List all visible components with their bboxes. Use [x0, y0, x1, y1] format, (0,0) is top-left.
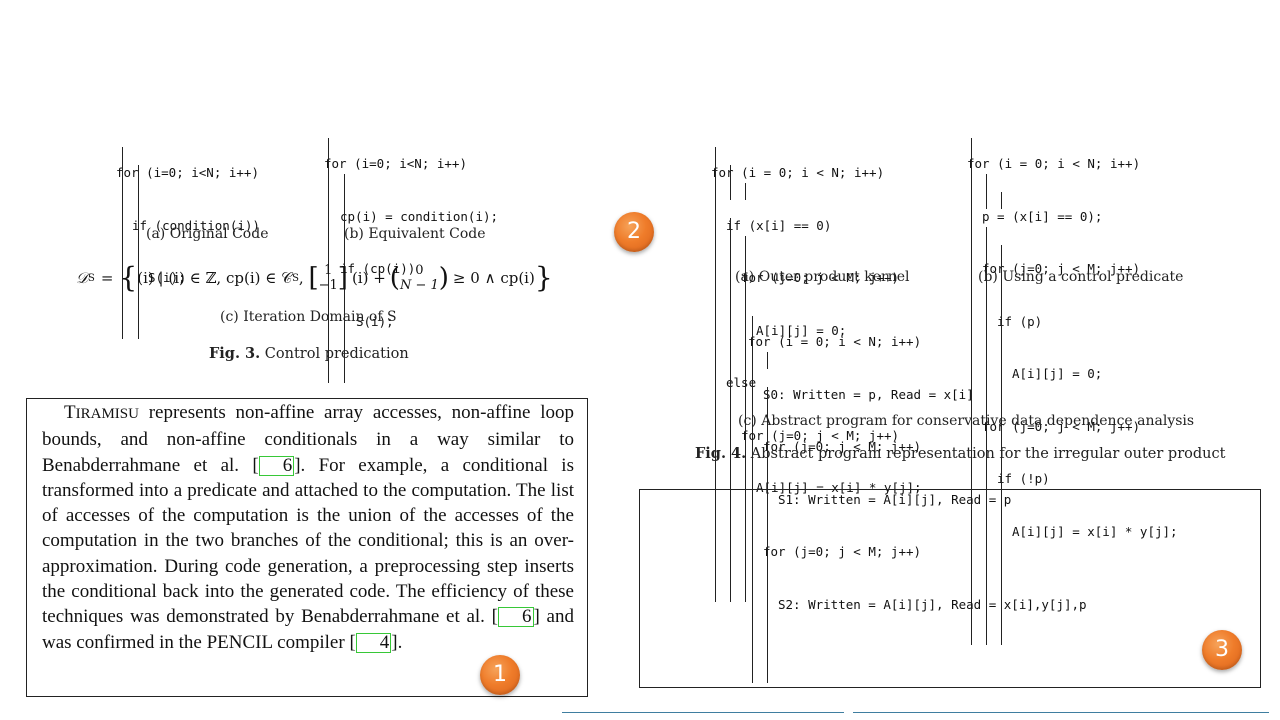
code-line: p = (x[i] == 0); [982, 208, 1103, 224]
eq-tail: ≥ 0 ∧ cp(i) [452, 269, 535, 287]
eq-vec-top: 0 [415, 263, 424, 278]
fig4-caption-c: (c) Abstract program for conservative da… [738, 413, 1195, 429]
empty-answer-box [639, 489, 1261, 688]
eq-vec-bottom: N − 1 [399, 278, 439, 293]
indent-guide [745, 183, 746, 200]
marker-badge-3[interactable]: 3 [1202, 630, 1242, 670]
eq-lhs: 𝒟 [76, 269, 88, 287]
citation-link[interactable]: 6 [258, 455, 295, 476]
code-line: cp(i) = condition(i); [340, 208, 499, 224]
fig4-title: Abstract program representation for the … [750, 446, 1226, 462]
fig3-equation: 𝒟S = { (i) | (i) ∈ ℤ, cp(i) ∈ 𝒞S , [ 1 −… [76, 261, 553, 294]
fig3-caption-a: (a) Original Code [146, 226, 269, 242]
fig4-caption-a: (a) Outer product kernel [735, 269, 910, 285]
marker-badge-1[interactable]: 1 [480, 655, 520, 695]
indent-guide [1001, 192, 1002, 209]
indent-guide [138, 165, 139, 339]
code-line: S0: Written = p, Read = x[i] [763, 386, 974, 402]
code-line: if (x[i] == 0) [726, 217, 832, 233]
code-line: for (i=0; i<N; i++) [324, 156, 467, 171]
eq-mid: (i) + [351, 269, 386, 287]
fig3-caption-b: (b) Equivalent Code [344, 226, 486, 242]
body-paragraph: TIRAMISU represents non-affine array acc… [42, 402, 574, 653]
indent-guide [730, 165, 731, 200]
tiramisu-name: TIRAMISU [64, 402, 139, 423]
code-line: for (i = 0; i < N; i++) [748, 334, 922, 349]
fig3-caption: Fig. 3. Control predication [209, 345, 409, 362]
fig4-caption: Fig. 4. Abstract program representation … [695, 445, 1225, 462]
fig3-title: Control predication [264, 346, 409, 362]
eq-lhs-sub: S [87, 272, 95, 284]
text-callout-box: TIRAMISU represents non-affine array acc… [26, 398, 588, 697]
fig4-label: Fig. 4. [695, 445, 747, 462]
fig4-caption-b: (b) Using a control predicate [978, 269, 1184, 285]
bottom-divider-right [853, 712, 1269, 713]
eq-set-open: (i) | (i) ∈ ℤ, cp(i) ∈ 𝒞 [137, 269, 293, 287]
eq-set-sub: S [292, 272, 299, 284]
citation-link[interactable]: 4 [355, 632, 392, 653]
citation-link[interactable]: 6 [498, 607, 534, 628]
marker-badge-2[interactable]: 2 [614, 212, 654, 252]
eq-matrix-bottom: −1 [318, 278, 338, 293]
fig3-label: Fig. 3. [209, 345, 261, 362]
bottom-divider-left [562, 712, 844, 713]
fig3-caption-c: (c) Iteration Domain of S [220, 309, 397, 325]
indent-guide [767, 352, 768, 369]
code-line: for (i = 0; i < N; i++) [967, 156, 1141, 171]
indent-guide [122, 147, 123, 339]
eq-matrix-top: 1 [324, 263, 333, 278]
indent-guide [986, 174, 987, 209]
fig3-code-equivalent: for (i=0; i<N; i++) cp(i) = condition(i)… [324, 120, 498, 383]
code-line: for (i = 0; i < N; i++) [711, 165, 885, 180]
